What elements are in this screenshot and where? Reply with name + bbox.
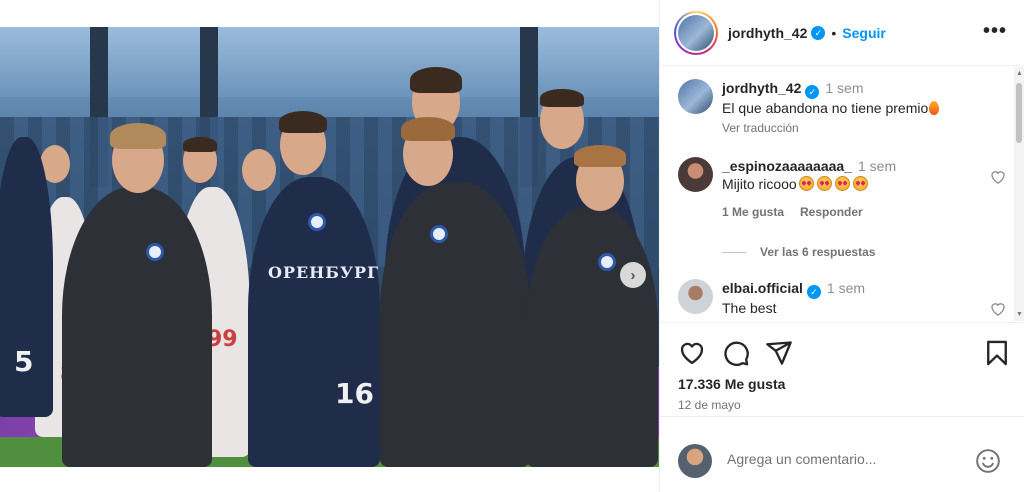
comment-text: El que abandona no tiene premio [722,100,929,116]
like-comment-icon[interactable] [990,169,1008,185]
bookmark-icon[interactable] [983,339,1011,367]
comment-text: Mijito ricooo [722,176,797,192]
caption: jordhyth_42 ✓ 1 sem El que abandona no tie… [678,79,1008,139]
club-crest [430,225,448,243]
club-crest [308,213,326,231]
comment-item: elbai.official ✓ 1 sem The best [678,279,1008,321]
verified-icon: ✓ [805,85,820,99]
separator: • [831,24,837,41]
avatar[interactable] [678,157,713,192]
chevron-right-icon[interactable]: › [620,262,646,288]
avatar[interactable] [678,79,713,114]
child-mascot-left [62,187,212,467]
child-hair [110,123,166,149]
fire-emoji [929,101,940,115]
comment-text: The best [722,300,777,316]
heart-eyes-emoji [852,176,868,191]
jersey-number: 5 [14,345,34,378]
post-header: jordhyth_42 ✓ • Seguir ••• [660,0,1024,66]
player-head [242,149,276,191]
post-date[interactable]: 12 de mayo [678,398,741,412]
translate-link[interactable]: Ver traducción [722,119,992,137]
scroll-up-icon[interactable]: ▲ [1016,70,1023,77]
verified-icon: ✓ [806,285,821,299]
heart-eyes-emoji [798,176,814,191]
like-comment-icon[interactable] [990,301,1008,317]
comment-username[interactable]: _espinozaaaaaaaa_ [722,158,852,174]
child-hair [574,145,626,167]
comment-icon[interactable] [722,339,750,367]
club-crest [146,243,164,261]
heart-eyes-emoji [816,176,832,191]
comments-list: jordhyth_42 ✓ 1 sem El que abandona no tie… [660,67,1024,321]
post-actions: 17.336 Me gusta 12 de mayo [660,322,1024,417]
avatar[interactable] [678,279,713,314]
add-comment-bar [660,418,1024,492]
view-replies-button[interactable]: Ver las 6 respuestas [722,245,875,259]
share-icon[interactable] [765,339,793,367]
follow-button[interactable]: Seguir [842,25,886,41]
comment-username[interactable]: elbai.official [722,280,803,296]
jersey-sponsor: ОРЕНБУРГ [268,263,380,282]
view-replies-label: Ver las 6 respuestas [760,245,876,259]
scrollbar-thumb[interactable] [1016,83,1022,143]
player-hair [410,67,462,93]
comment-input[interactable] [727,451,957,467]
post-photo[interactable]: 83 99 5 ОРЕНБУРГ 16 6 › [0,27,659,467]
child-mascot-right [526,207,658,467]
comments-scrollbar[interactable]: ▲ ▼ [1014,67,1024,321]
player-hair [279,111,327,133]
comment-likes[interactable]: 1 Me gusta [722,203,784,221]
comment-time[interactable]: 1 sem [858,158,896,174]
scroll-down-icon[interactable]: ▼ [1016,311,1023,318]
verified-icon: ✓ [811,25,826,40]
comment-time[interactable]: 1 sem [827,280,865,296]
child-mascot-center [380,182,530,467]
child-hair [401,117,455,141]
author-username[interactable]: jordhyth_42 [728,25,807,41]
avatar[interactable] [674,10,718,55]
club-crest [598,253,616,271]
post-side-panel: jordhyth_42 ✓ • Seguir ••• jordhyth_42 ✓ 1… [659,0,1024,492]
avatar [678,444,712,478]
player-hair [540,89,584,107]
more-icon[interactable]: ••• [983,20,1007,43]
comment-time[interactable]: 1 sem [825,80,863,96]
comment-item: _espinozaaaaaaaa_ 1 sem Mijito ricooo 1 M… [678,157,1008,227]
emoji-icon[interactable] [975,448,1001,474]
likes-count[interactable]: 17.336 Me gusta [678,376,785,392]
heart-eyes-emoji [834,176,850,191]
reply-button[interactable]: Responder [800,203,863,221]
player-hair [183,137,217,152]
jersey-number: 16 [335,377,374,410]
comment-username[interactable]: jordhyth_42 [722,80,801,96]
heart-icon[interactable] [678,339,706,367]
